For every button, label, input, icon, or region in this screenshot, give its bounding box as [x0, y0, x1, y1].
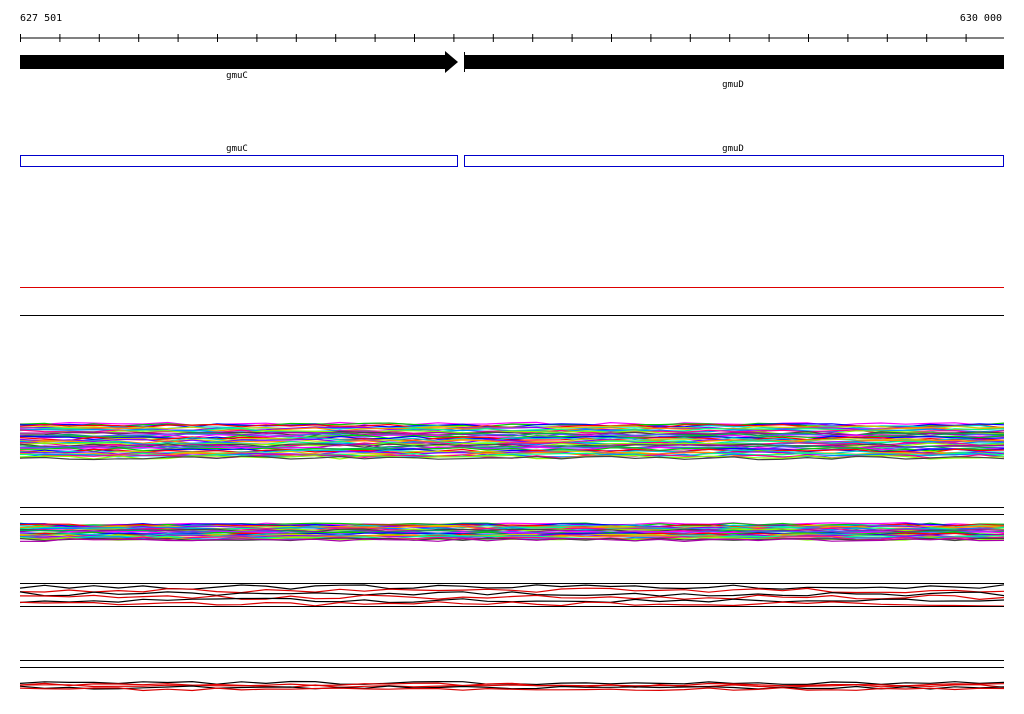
gene-bar-gmuD[interactable]	[465, 55, 1004, 69]
ruler	[20, 34, 1004, 42]
annotation-track	[20, 155, 1004, 167]
profile-line	[19, 601, 1005, 607]
expression-track-1	[19, 421, 1005, 461]
expression-track-3	[19, 584, 1005, 607]
gene-track	[20, 51, 1004, 73]
expression-track-4	[19, 680, 1005, 692]
annotation-box-gmuD[interactable]	[464, 155, 1004, 167]
expression-track-2	[19, 521, 1005, 543]
profile-line	[19, 594, 1005, 601]
genome-browser-canvas	[19, 34, 1005, 692]
gene-arrow-gmuC[interactable]	[20, 51, 458, 73]
profile-line	[19, 685, 1005, 690]
annotation-box-gmuC[interactable]	[20, 155, 458, 167]
